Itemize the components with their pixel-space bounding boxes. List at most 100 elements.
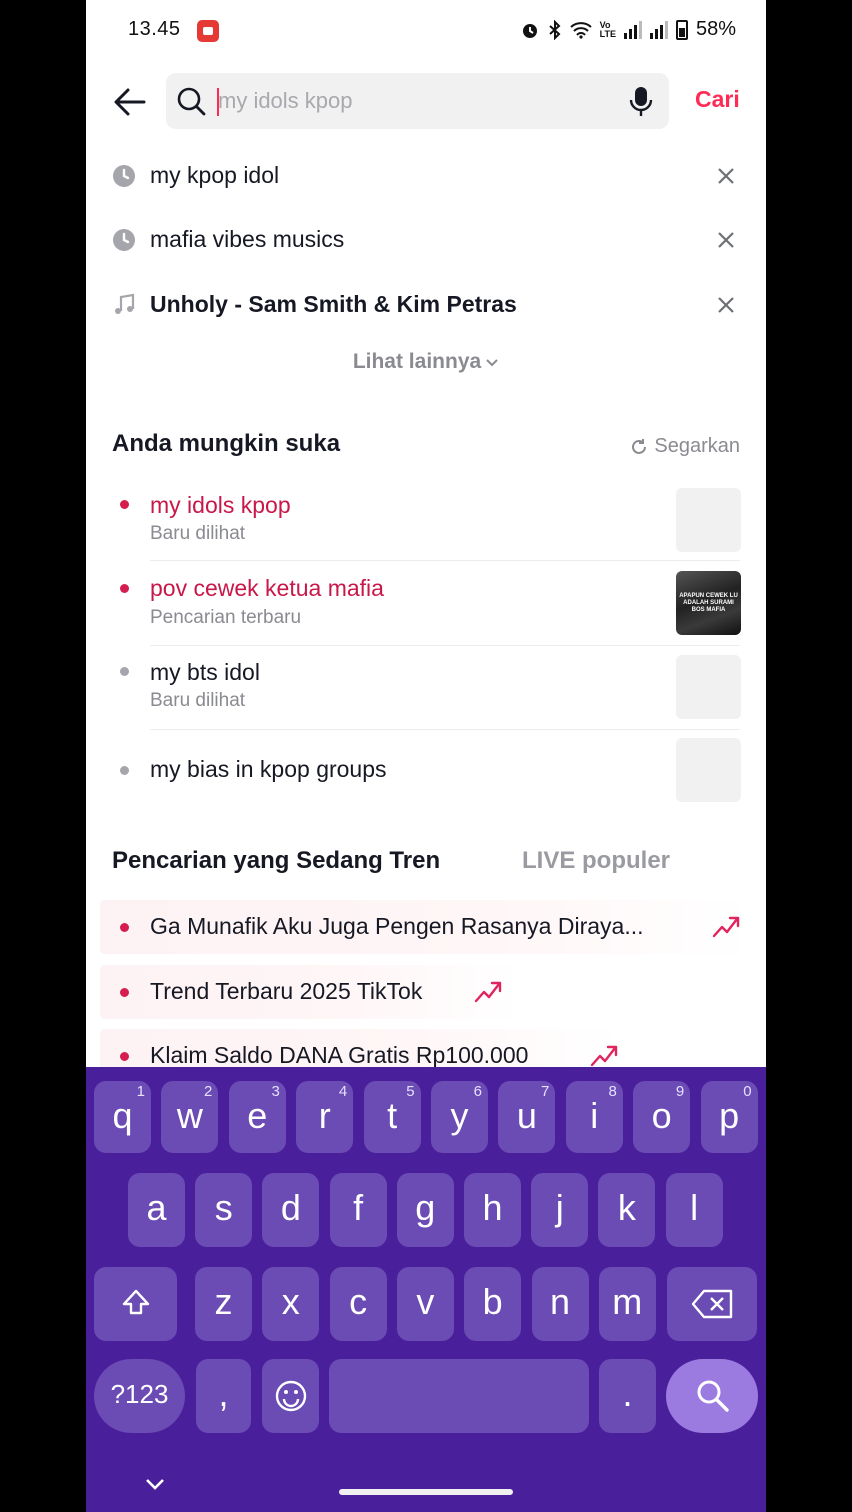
key-w[interactable]: 2w bbox=[161, 1081, 219, 1153]
suggestion-sublabel: Baru dilihat bbox=[150, 690, 246, 711]
close-icon[interactable] bbox=[716, 166, 736, 186]
tab-trending-searches[interactable]: Pencarian yang Sedang Tren bbox=[112, 847, 440, 875]
search-key[interactable] bbox=[666, 1359, 758, 1433]
key-f[interactable]: f bbox=[329, 1173, 387, 1247]
key-e[interactable]: 3e bbox=[228, 1081, 286, 1153]
key-number-hint: 6 bbox=[473, 1083, 482, 1100]
comma-key[interactable]: , bbox=[196, 1359, 251, 1433]
alarm-icon bbox=[522, 23, 537, 38]
trending-up-icon bbox=[590, 1045, 618, 1067]
search-icon bbox=[177, 87, 206, 116]
trending-dot bbox=[120, 1052, 129, 1061]
shift-icon bbox=[122, 1289, 149, 1315]
divider bbox=[150, 645, 740, 646]
wifi-icon bbox=[569, 21, 592, 39]
key-i[interactable]: 8i bbox=[565, 1081, 623, 1153]
key-l[interactable]: l bbox=[665, 1173, 723, 1247]
suggestion-item[interactable]: my bias in kpop groups bbox=[86, 738, 766, 802]
search-box[interactable] bbox=[166, 73, 669, 129]
key-letter: w bbox=[176, 1095, 203, 1136]
key-t[interactable]: 5t bbox=[363, 1081, 421, 1153]
suggestions-title: Anda mungkin suka bbox=[112, 430, 341, 457]
key-q[interactable]: 1q bbox=[94, 1081, 151, 1153]
back-arrow-icon[interactable] bbox=[112, 84, 148, 120]
key-a[interactable]: a bbox=[128, 1173, 185, 1247]
backspace-icon bbox=[691, 1289, 733, 1319]
suggestion-dot bbox=[120, 667, 129, 676]
key-number-hint: 5 bbox=[406, 1083, 415, 1100]
key-letter: p bbox=[719, 1095, 740, 1136]
key-letter: r bbox=[318, 1095, 331, 1136]
key-j[interactable]: j bbox=[531, 1173, 589, 1247]
key-o[interactable]: 9o bbox=[633, 1081, 691, 1153]
show-more-history-button[interactable]: Lihat lainnya bbox=[86, 350, 766, 374]
search-input[interactable] bbox=[218, 81, 618, 121]
close-icon[interactable] bbox=[716, 295, 736, 315]
key-v[interactable]: v bbox=[396, 1267, 454, 1341]
key-y[interactable]: 6y bbox=[431, 1081, 488, 1153]
key-r[interactable]: 4r bbox=[296, 1081, 354, 1153]
key-number-hint: 1 bbox=[136, 1083, 145, 1100]
history-item[interactable]: Unholy - Sam Smith & Kim Petras bbox=[86, 277, 766, 333]
suggestion-dot bbox=[120, 584, 129, 593]
symbols-key[interactable]: ?123 bbox=[94, 1359, 185, 1433]
key-c[interactable]: c bbox=[329, 1267, 387, 1341]
chevron-down-icon bbox=[485, 350, 499, 374]
signal-1-icon bbox=[623, 20, 642, 39]
key-m[interactable]: m bbox=[598, 1267, 656, 1341]
backspace-key[interactable] bbox=[667, 1267, 757, 1341]
key-g[interactable]: g bbox=[396, 1173, 454, 1247]
history-item-label: Unholy - Sam Smith & Kim Petras bbox=[150, 291, 517, 317]
key-u[interactable]: 7u bbox=[498, 1081, 556, 1153]
clock-icon bbox=[113, 165, 135, 187]
shift-key[interactable] bbox=[94, 1267, 177, 1341]
refresh-button[interactable]: Segarkan bbox=[630, 435, 740, 458]
period-key[interactable]: . bbox=[599, 1359, 656, 1433]
search-submit-button[interactable]: Cari bbox=[695, 86, 740, 113]
history-item[interactable]: my kpop idol bbox=[86, 148, 766, 204]
key-h[interactable]: h bbox=[464, 1173, 521, 1247]
on-screen-keyboard: 1q2w3e4r5t6y7u8i9o0p asdfghjkl zxcvbnm ?… bbox=[86, 1067, 766, 1512]
key-letter: t bbox=[387, 1095, 398, 1136]
trending-label: Klaim Saldo DANA Gratis Rp100.000 bbox=[150, 1042, 529, 1068]
suggestion-item[interactable]: my idols kpop Baru dilihat bbox=[86, 488, 766, 561]
keyboard-collapse-icon[interactable] bbox=[144, 1477, 166, 1491]
trending-up-icon bbox=[712, 916, 740, 938]
key-z[interactable]: z bbox=[195, 1267, 252, 1341]
suggestion-item[interactable]: pov cewek ketua mafia Pencarian terbaru … bbox=[86, 571, 766, 646]
key-s[interactable]: s bbox=[195, 1173, 253, 1247]
suggestion-sublabel: Pencarian terbaru bbox=[150, 607, 302, 628]
thumbnail-caption: APAPUN CEWEK LU ADALAH SURAMI BOS MAFIA bbox=[679, 593, 738, 613]
history-item-label: mafia vibes musics bbox=[150, 226, 345, 252]
microphone-icon[interactable] bbox=[629, 86, 653, 118]
key-d[interactable]: d bbox=[262, 1173, 320, 1247]
status-bar: 13.45 Vo LTE 58% bbox=[86, 0, 766, 62]
trending-item[interactable]: Ga Munafik Aku Juga Pengen Rasanya Diray… bbox=[100, 900, 752, 954]
key-b[interactable]: b bbox=[464, 1267, 522, 1341]
home-indicator[interactable] bbox=[339, 1489, 513, 1495]
search-icon bbox=[697, 1380, 729, 1412]
refresh-label: Segarkan bbox=[654, 435, 740, 457]
key-k[interactable]: k bbox=[598, 1173, 656, 1247]
suggestion-dot bbox=[120, 500, 129, 509]
key-number-hint: 9 bbox=[675, 1083, 685, 1100]
tab-popular-live[interactable]: LIVE populer bbox=[522, 847, 670, 875]
emoji-key[interactable] bbox=[262, 1359, 319, 1433]
divider bbox=[150, 729, 740, 730]
suggestion-sublabel: Baru dilihat bbox=[150, 523, 246, 544]
suggestion-label: my idols kpop bbox=[150, 492, 291, 518]
key-letter: u bbox=[516, 1095, 537, 1136]
history-item[interactable]: mafia vibes musics bbox=[86, 212, 766, 268]
space-key[interactable] bbox=[329, 1359, 589, 1433]
status-time: 13.45 bbox=[128, 18, 181, 40]
suggestion-item[interactable]: my bts idol Baru dilihat bbox=[86, 655, 766, 730]
trending-label: Trend Terbaru 2025 TikTok bbox=[150, 978, 423, 1004]
music-note-icon bbox=[115, 293, 135, 314]
close-icon[interactable] bbox=[716, 230, 736, 250]
key-letter: q bbox=[112, 1095, 133, 1136]
key-n[interactable]: n bbox=[531, 1267, 589, 1341]
trending-item[interactable]: Trend Terbaru 2025 TikTok bbox=[100, 965, 520, 1019]
signal-2-icon bbox=[649, 20, 668, 39]
key-p[interactable]: 0p bbox=[700, 1081, 758, 1153]
key-x[interactable]: x bbox=[262, 1267, 320, 1341]
